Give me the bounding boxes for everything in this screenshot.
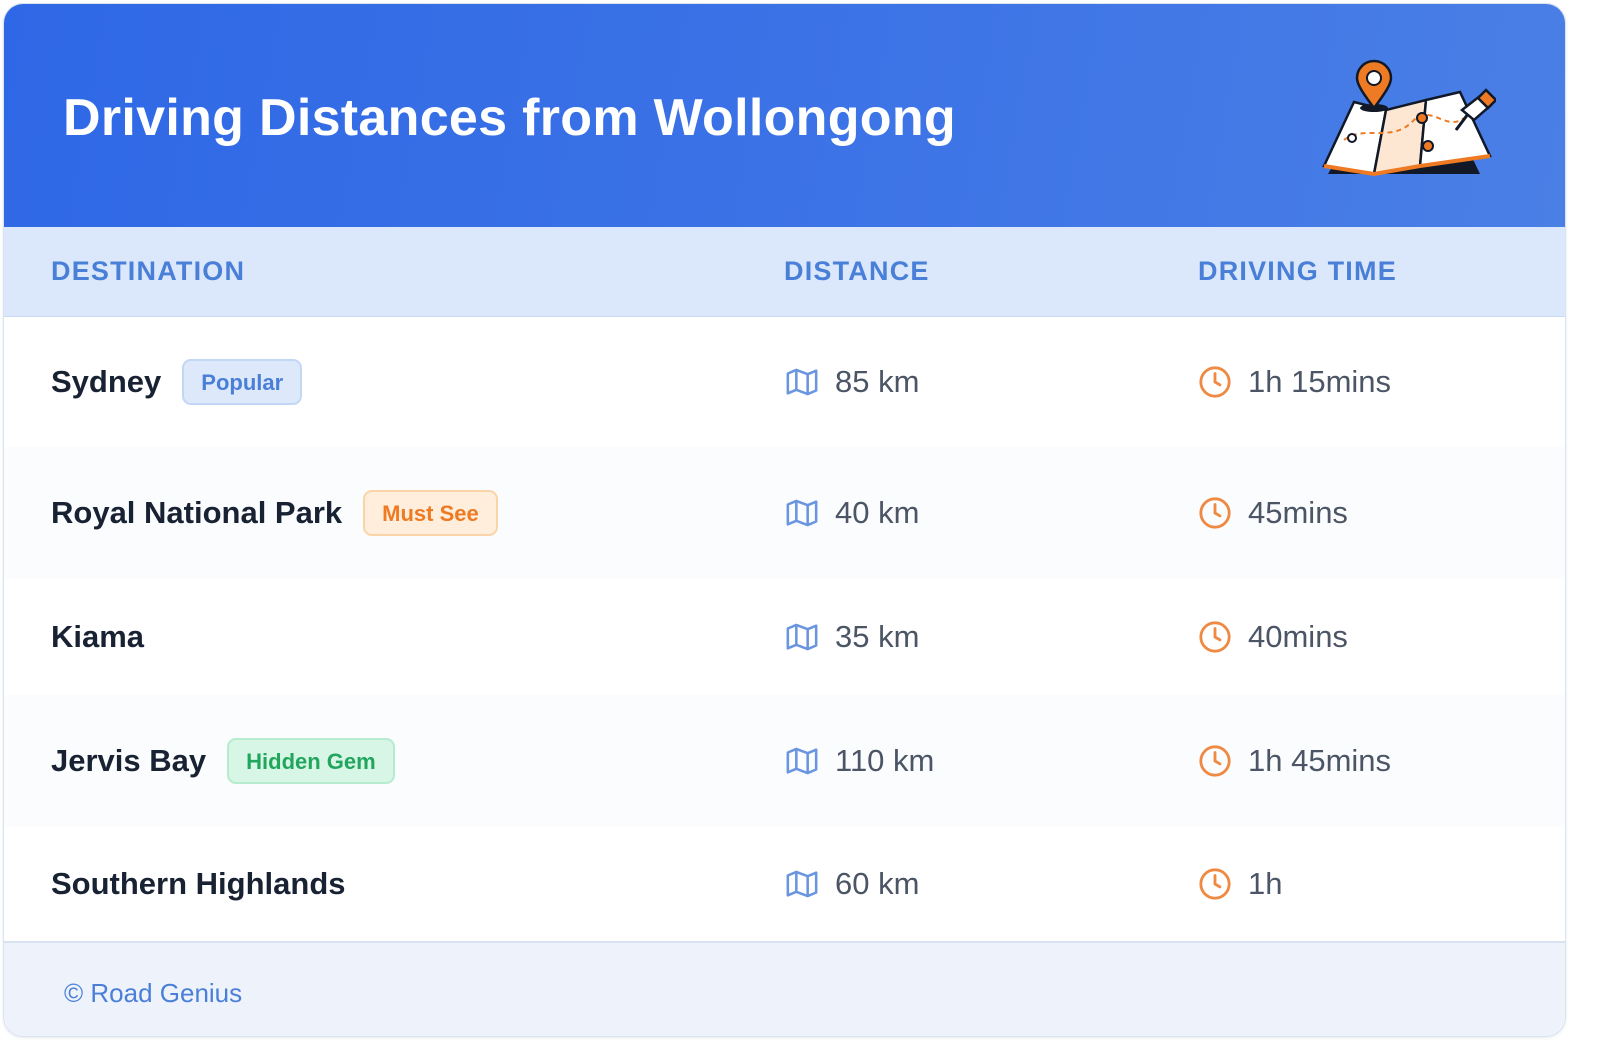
time-cell: 1h: [1198, 866, 1282, 902]
time-cell: 1h 45mins: [1198, 743, 1391, 779]
destination-name: Jervis Bay: [51, 743, 207, 778]
destination-name: Sydney: [51, 364, 162, 399]
clock-icon: [1199, 745, 1231, 777]
table-row: Jervis Bay Hidden Gem 110 km 1h 45mins: [4, 695, 1565, 829]
map-icon: [786, 368, 818, 396]
badge-hidden-gem: Hidden Gem: [227, 738, 395, 784]
page-title: Driving Distances from Wollongong: [63, 89, 956, 147]
time-cell: 1h 15mins: [1198, 364, 1391, 400]
clock-icon: [1199, 497, 1231, 529]
distance-value: 60 km: [835, 866, 920, 901]
destination-name: Southern Highlands: [51, 866, 346, 901]
time-cell: 45mins: [1198, 495, 1348, 531]
map-icon: [786, 499, 818, 527]
map-icon: [786, 623, 818, 651]
column-header-distance: DISTANCE: [784, 256, 930, 286]
destination-cell: Southern Highlands: [51, 866, 346, 902]
destination-name: Kiama: [51, 619, 145, 654]
table-row: Southern Highlands 60 km 1h: [4, 827, 1565, 941]
badge-popular: Popular: [182, 359, 303, 405]
table-header: DESTINATION DISTANCE DRIVING TIME: [4, 227, 1565, 318]
destination-cell: Sydney Popular: [51, 359, 303, 405]
clock-icon: [1199, 366, 1231, 398]
table-row: Kiama 35 km 40mins: [4, 579, 1565, 697]
distance-value: 35 km: [835, 619, 920, 654]
time-value: 1h 45mins: [1248, 743, 1392, 778]
destination-cell: Kiama: [51, 619, 144, 655]
distance-card: Driving Distances from Wollongong DESTIN…: [3, 3, 1566, 1037]
map-with-pins-icon: [1322, 59, 1496, 177]
distance-value: 85 km: [835, 364, 920, 399]
distance-cell: 60 km: [785, 866, 919, 902]
time-value: 45mins: [1248, 495, 1348, 530]
card-footer: © Road Genius: [4, 941, 1565, 1036]
clock-icon: [1199, 621, 1231, 653]
table-row: Sydney Popular 85 km 1h 15mins: [4, 317, 1565, 449]
destination-cell: Royal National Park Must See: [51, 490, 498, 536]
distance-value: 40 km: [835, 495, 920, 530]
badge-must-see: Must See: [363, 490, 498, 536]
map-icon: [786, 870, 818, 898]
time-cell: 40mins: [1198, 619, 1348, 655]
distance-value: 110 km: [835, 743, 935, 778]
time-value: 1h: [1248, 866, 1283, 901]
map-icon: [786, 747, 818, 775]
time-value: 1h 15mins: [1248, 364, 1392, 399]
column-header-driving-time: DRIVING TIME: [1198, 256, 1397, 286]
destination-name: Royal National Park: [51, 495, 343, 530]
distance-cell: 110 km: [785, 743, 934, 779]
footer-credit: © Road Genius: [64, 978, 243, 1008]
distance-cell: 40 km: [785, 495, 919, 531]
distance-cell: 35 km: [785, 619, 919, 655]
clock-icon: [1199, 868, 1231, 900]
time-value: 40mins: [1248, 619, 1348, 654]
column-header-destination: DESTINATION: [51, 256, 246, 286]
destination-cell: Jervis Bay Hidden Gem: [51, 738, 395, 784]
table-row: Royal National Park Must See 40 km 45min…: [4, 447, 1565, 581]
card-header: Driving Distances from Wollongong: [4, 4, 1565, 227]
distance-cell: 85 km: [785, 364, 919, 400]
